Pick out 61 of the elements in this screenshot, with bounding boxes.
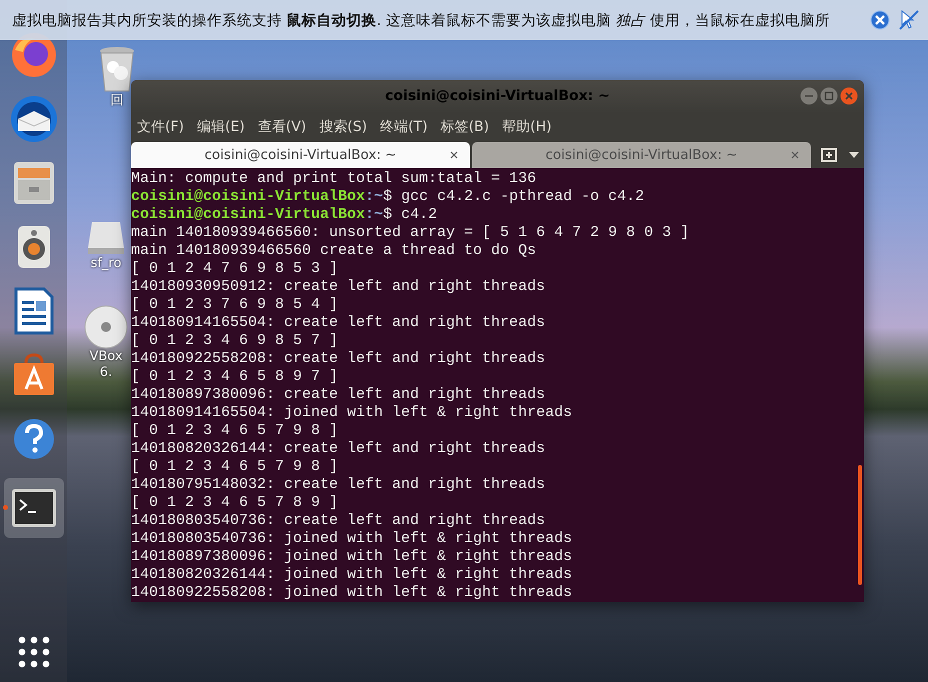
desktop-icon-label: sf_ro	[90, 256, 122, 272]
terminal-line: [ 0 1 2 3 4 6 9 8 5 7 ]	[131, 332, 340, 350]
close-icon[interactable]	[870, 10, 890, 30]
terminal-line: 140180897380096: joined with left & right threads	[131, 548, 574, 566]
menu-item[interactable]: 终端(T)	[380, 118, 428, 136]
mouse-pointer-icon[interactable]	[898, 9, 920, 31]
maximize-icon[interactable]	[820, 87, 838, 105]
dock-item[interactable]	[4, 478, 64, 538]
menu-item[interactable]: 帮助(H)	[502, 118, 552, 136]
terminal-tab[interactable]: coisini@coisini-VirtualBox: ~	[131, 142, 470, 168]
dropdown-arrow-icon[interactable]	[849, 152, 859, 158]
mail-bird-icon	[10, 95, 58, 143]
window-title: coisini@coisini-VirtualBox: ~	[384, 88, 611, 104]
terminal-line: [ 0 1 2 3 7 6 9 8 5 4 ]	[131, 296, 340, 314]
terminal-line: 140180803540736: joined with left & right threads	[131, 530, 574, 548]
close-icon[interactable]	[840, 87, 858, 105]
desktop-icon-label: 回	[110, 93, 124, 109]
terminal-line: [ 0 1 2 3 4 6 5 8 9 7 ]	[131, 368, 340, 386]
disc-icon	[84, 305, 128, 349]
terminal-line: 140180820326144: joined with left & right threads	[131, 566, 574, 584]
terminal-icon	[10, 488, 56, 528]
terminal-line: 140180930950912: create left and right threads	[131, 278, 546, 296]
terminal-line: 140180795148032: create left and right threads	[131, 476, 546, 494]
terminal-line: 140180914165504: joined with left & right threads	[131, 404, 574, 422]
desktop-icon-label: 6.	[100, 365, 112, 381]
terminal-line: 140180803540736: create left and right threads	[131, 512, 546, 530]
trash-icon	[98, 45, 136, 93]
minimize-icon[interactable]	[800, 87, 818, 105]
terminal-line: Main: compute and print total sum:tatal = 136	[131, 170, 538, 188]
terminal-line: 140180914165504: create left and right threads	[131, 314, 546, 332]
terminal-tab[interactable]: coisini@coisini-VirtualBox: ~	[472, 142, 811, 168]
terminal-line: [ 0 1 2 4 7 6 9 8 5 3 ]	[131, 260, 340, 278]
help-icon	[12, 418, 54, 460]
terminal-line: main 140180939466560 create a thread to do Qs	[131, 242, 538, 260]
menu-item[interactable]: 标签(B)	[440, 118, 490, 136]
terminal-line: [ 0 1 2 3 4 6 5 7 8 9 ]	[131, 494, 340, 512]
close-icon[interactable]	[450, 151, 458, 159]
menu-item[interactable]: 编辑(E)	[196, 118, 245, 136]
terminal-line: coisini@coisini-VirtualBox:~$ c4.2	[131, 206, 438, 224]
new-tab-icon[interactable]	[821, 147, 837, 163]
scrollbar-thumb[interactable]	[858, 465, 862, 585]
terminal-line: main 140180939466560: unsorted array = [ 5 1 6 4 7 2 9 8 0 3 ]	[131, 224, 690, 242]
file-cabinet-icon	[12, 160, 56, 206]
terminal-line: [ 0 1 2 3 4 6 5 7 9 8 ]	[131, 422, 340, 440]
terminal-line: 140180897380096: create left and right threads	[131, 386, 546, 404]
menu-item[interactable]: 搜索(S)	[319, 118, 368, 136]
terminal-line: 140180820326144: create left and right threads	[131, 440, 546, 458]
terminal-line: [ 0 1 2 3 4 6 5 7 9 8 ]	[131, 458, 340, 476]
document-icon	[14, 287, 54, 335]
drive-icon	[86, 220, 126, 256]
speaker-icon	[16, 224, 52, 270]
terminal-line: coisini@coisini-VirtualBox:~$ gcc c4.2.c -pthread -o c4.2	[131, 188, 646, 206]
desktop-icon-label: VBox	[89, 349, 123, 365]
notification-message: 虚拟电脑报告其内所安装的操作系统支持 鼠标自动切换. 这意味着鼠标不需要为该虚拟电脑 独占 使用，当鼠标在虚拟电脑所	[12, 12, 832, 30]
terminal-line: 140180922558208: create left and right threads	[131, 350, 546, 368]
menu-item[interactable]: 查看(V)	[258, 118, 306, 136]
shopping-bag-icon	[12, 353, 56, 397]
app-grid-icon[interactable]	[18, 636, 50, 668]
terminal-line: 140180922558208: joined with left & right threads	[131, 584, 574, 602]
menu-item[interactable]: 文件(F)	[137, 118, 184, 136]
close-icon[interactable]	[791, 151, 799, 159]
